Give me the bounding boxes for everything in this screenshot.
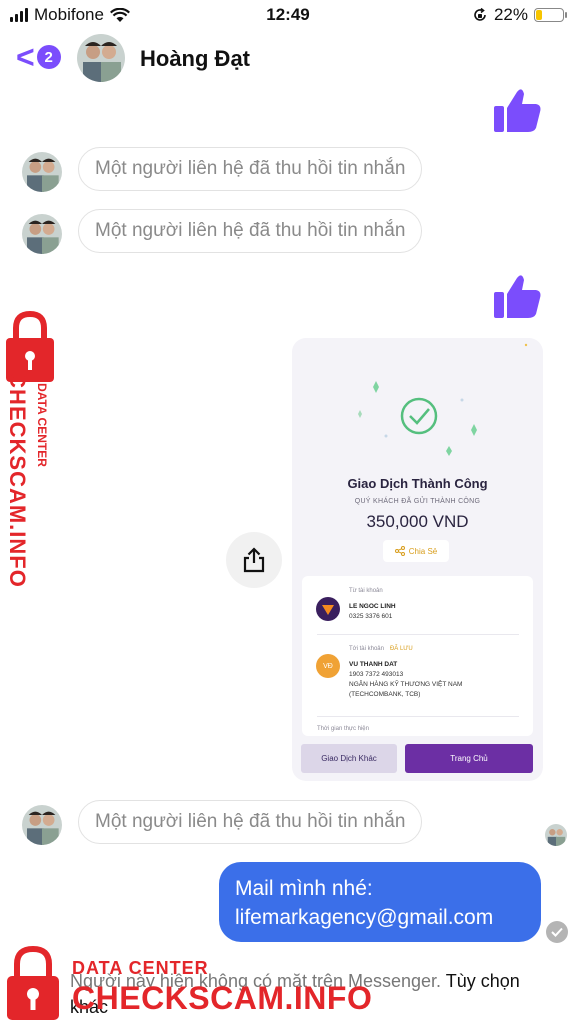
from-label: Từ tài khoản [349,588,383,594]
orientation-lock-icon [474,7,486,21]
divider [317,634,519,635]
recalled-message[interactable]: Một người liên hệ đã thu hồi tin nhắn [78,800,423,844]
contact-avatar-small[interactable] [22,152,62,192]
share-button[interactable] [226,532,282,588]
receipt-amount: 350,000 VND [366,512,469,531]
battery-icon [534,8,567,22]
receipt-subtitle: QUÝ KHÁCH ĐÃ GỬI THÀNH CÔNG [354,498,481,505]
other-transaction-button: Giao Dịch Khác [301,744,397,773]
contact-name[interactable]: Hoàng Đạt [140,46,250,72]
to-bank: NGÂN HÀNG KỸ THƯƠNG VIỆT NAM [349,681,463,688]
from-name: LE NGOC LINH [349,603,396,610]
recalled-message[interactable]: Một người liên hệ đã thu hồi tin nhắn [78,209,423,253]
chat-header: < 2 Hoàng Đạt [0,30,576,88]
share-nodes-icon [394,546,405,556]
recipient-initials: VĐ [316,654,340,678]
status-right: 22% [472,5,567,25]
watermark-brand-vertical: CHECKSCAM.INFO [5,372,31,588]
contact-avatar[interactable] [77,34,125,82]
to-bank-short: (TECHCOMBANK, TCB) [349,691,421,698]
receipt-share-label: Chia Sẻ [408,546,438,556]
back-button[interactable]: < 2 [16,39,61,75]
to-label-row: Tới tài khoản ĐÃ LƯU [349,646,413,652]
battery-level [536,10,542,20]
to-account: 1903 7372 493013 [349,671,404,678]
time-label: Thời gian thực hiện [317,726,369,732]
divider [317,716,519,717]
seen-avatar [545,824,567,846]
watermark-tag-vertical: DATA CENTER [35,383,49,467]
outgoing-message[interactable]: Mail mình nhé: lifemarkagency@gmail.com [219,862,541,942]
receipt-share-button: Chia Sẻ [383,540,449,562]
watermark-brand: CHECKSCAM.INFO [72,980,373,1016]
to-label: Tới tài khoản [349,646,384,652]
battery-percent: 22% [493,5,528,24]
success-check-icon [358,343,528,456]
recalled-message[interactable]: Một người liên hệ đã thu hồi tin nhắn [78,147,423,191]
contact-avatar-small[interactable] [22,805,62,845]
watermark-lock-icon [7,946,59,1020]
contact-avatar-small[interactable] [22,214,62,254]
unread-badge: 2 [36,45,61,69]
outgoing-line-2: lifemarkagency@gmail.com [235,906,494,929]
outgoing-line-1: Mail mình nhé: [235,877,373,900]
bank-logo-icon [316,597,340,621]
transaction-receipt-image[interactable]: Giao Dịch Thành Công QUÝ KHÁCH ĐÃ GỬI TH… [292,338,543,781]
to-name: VU THANH DAT [349,661,398,668]
home-button: Trang Chủ [405,744,533,773]
receipt-details-card: Từ tài khoản LE NGOC LINH 0325 3376 601 … [302,576,533,736]
watermark-tag: DATA CENTER [72,958,209,978]
status-bar: Mobifone 12:49 22% [0,0,576,30]
receipt-title: Giao Dịch Thành Công [347,476,488,491]
sent-check-icon [546,921,568,943]
from-account: 0325 3376 601 [349,613,393,620]
thumbs-up-icon [494,89,541,132]
saved-badge: ĐÃ LƯU [389,646,413,652]
chevron-left-icon: < [16,39,35,75]
share-icon [243,547,265,573]
thumbs-up-icon [494,275,541,318]
